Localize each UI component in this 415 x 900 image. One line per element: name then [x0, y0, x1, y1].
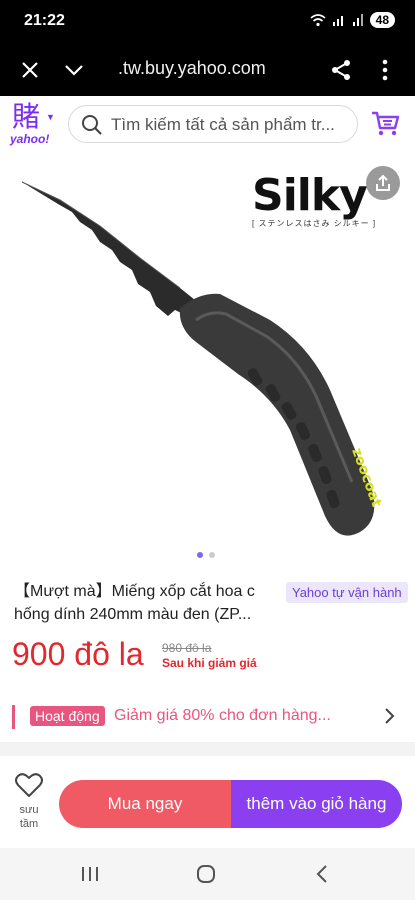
search-input[interactable]: Tìm kiếm tất cả sản phẩm tr...: [68, 105, 358, 143]
logo-glyph: 賭: [12, 100, 41, 133]
favorite-button[interactable]: sưu tầm: [12, 772, 46, 831]
share-icon: [376, 174, 390, 191]
add-to-cart-button[interactable]: thêm vào giỏ hàng: [231, 780, 402, 828]
close-icon[interactable]: [14, 54, 46, 86]
product-price: 900 đô la: [12, 636, 144, 672]
site-header: 賭 ▼ yahoo! Tìm kiếm tất cả sản phẩm tr..…: [0, 96, 415, 154]
recent-apps-icon[interactable]: [78, 864, 102, 884]
chevron-right-icon: [385, 708, 395, 724]
back-icon[interactable]: [310, 864, 334, 884]
product-title-line-2: hống dính 240mm màu đen (ZP...: [14, 606, 252, 623]
browser-toolbar: .tw.buy.yahoo.com: [0, 44, 415, 96]
search-placeholder: Tìm kiếm tất cả sản phẩm tr...: [111, 115, 335, 134]
promo-tag: Hoạt động: [30, 706, 105, 726]
more-icon[interactable]: [369, 54, 401, 86]
promo-accent-bar: [12, 705, 15, 729]
search-icon: [82, 115, 102, 135]
system-nav-bar: [0, 848, 415, 900]
self-operated-badge: Yahoo tự vận hành: [286, 582, 408, 603]
brand-subtitle: [ ステンレスはさみ シルキー ]: [252, 219, 377, 228]
bottom-action-bar: sưu tầm Mua ngay thêm vào giỏ hàng: [0, 756, 415, 848]
cart-icon[interactable]: [370, 110, 400, 140]
promo-row[interactable]: Hoạt động Giảm giá 80% cho đơn hàng...: [12, 703, 402, 731]
section-divider: [0, 742, 415, 756]
after-discount-label: Sau khi giảm giá: [162, 656, 257, 670]
carousel-dot[interactable]: [209, 552, 215, 558]
caret-down-icon: ▼: [46, 112, 55, 122]
yahoo-logo[interactable]: 賭 ▼ yahoo!: [10, 102, 60, 148]
promo-text: Giảm giá 80% cho đơn hàng...: [114, 707, 331, 724]
status-bar: 21:22 48: [0, 0, 415, 44]
carousel-dot[interactable]: [197, 552, 203, 558]
home-icon[interactable]: [194, 864, 218, 884]
heart-icon: [15, 773, 43, 797]
status-time: 21:22: [24, 12, 65, 29]
battery-icon: 48: [369, 12, 395, 28]
logo-text: yahoo!: [10, 132, 50, 146]
signal-icon-2: [352, 14, 363, 26]
product-title-line-1: 【Mượt mà】Miếng xốp cắt hoa c: [14, 583, 255, 600]
product-title: 【Mượt mà】Miếng xốp cắt hoa c hống dính 2…: [14, 580, 286, 626]
original-price: 980 đô la: [162, 641, 212, 655]
share-icon[interactable]: [325, 54, 357, 86]
buy-now-button[interactable]: Mua ngay: [59, 780, 231, 828]
favorite-label: sưu tầm: [19, 804, 39, 830]
carousel-indicator: [197, 552, 215, 558]
signal-icon: [332, 16, 343, 26]
chevron-down-icon[interactable]: [58, 54, 90, 86]
wifi-icon: [310, 14, 326, 27]
url-text[interactable]: .tw.buy.yahoo.com: [118, 58, 266, 79]
share-button[interactable]: [366, 166, 400, 200]
status-icons: 48: [310, 12, 395, 28]
